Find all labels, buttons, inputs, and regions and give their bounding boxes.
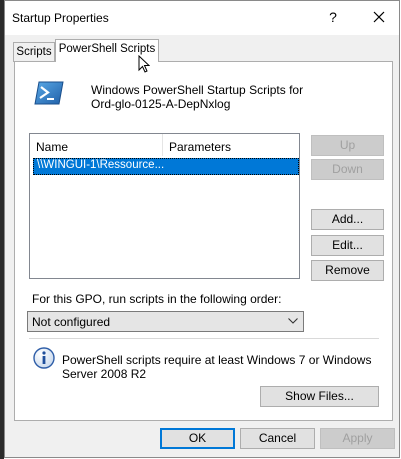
apply-button[interactable]: Apply [320, 428, 395, 449]
close-button[interactable] [367, 7, 391, 29]
remove-button[interactable]: Remove [311, 260, 384, 281]
tab-scripts-label: Scripts [16, 46, 52, 58]
order-label: For this GPO, run scripts in the followi… [32, 292, 282, 306]
divider [29, 338, 379, 339]
down-button[interactable]: Down [311, 159, 384, 180]
show-files-button[interactable]: Show Files... [260, 386, 379, 407]
cancel-button[interactable]: Cancel [240, 428, 315, 449]
powershell-icon [34, 80, 64, 106]
tab-scripts[interactable]: Scripts [13, 42, 55, 62]
chevron-down-icon [288, 318, 298, 324]
order-dropdown[interactable]: Not configured [27, 311, 304, 332]
tab-powershell-scripts-label: PowerShell Scripts [58, 43, 156, 55]
column-separator[interactable] [162, 134, 163, 156]
title-bar: Startup Properties ? [5, 1, 399, 35]
startup-properties-dialog: Startup Properties ? Scripts PowerShell … [4, 0, 400, 458]
order-dropdown-value: Not configured [32, 315, 111, 329]
scripts-list[interactable]: Name Parameters \\WINGUI-1\Ressource... [29, 133, 300, 279]
column-header-name[interactable]: Name [36, 140, 68, 154]
column-header-parameters[interactable]: Parameters [169, 140, 231, 154]
list-item-name: \\WINGUI-1\Ressource... [37, 159, 165, 171]
panel-header-text: Windows PowerShell Startup Scripts for O… [91, 83, 303, 111]
ok-button[interactable]: OK [160, 428, 235, 449]
info-message: PowerShell scripts require at least Wind… [62, 353, 372, 381]
info-icon [33, 347, 55, 369]
header-line-1: Windows PowerShell Startup Scripts for [91, 83, 304, 97]
powershell-scripts-panel: Windows PowerShell Startup Scripts for O… [14, 61, 393, 421]
mouse-pointer-icon [138, 55, 150, 73]
help-button[interactable]: ? [321, 9, 345, 29]
header-line-2: Ord-glo-0125-A-DepNxlog [91, 97, 231, 111]
dialog-title: Startup Properties [12, 11, 109, 25]
list-item[interactable]: \\WINGUI-1\Ressource... [33, 158, 299, 175]
up-button[interactable]: Up [311, 135, 384, 156]
edit-button[interactable]: Edit... [311, 235, 384, 256]
close-icon [373, 11, 385, 23]
add-button[interactable]: Add... [311, 209, 384, 230]
